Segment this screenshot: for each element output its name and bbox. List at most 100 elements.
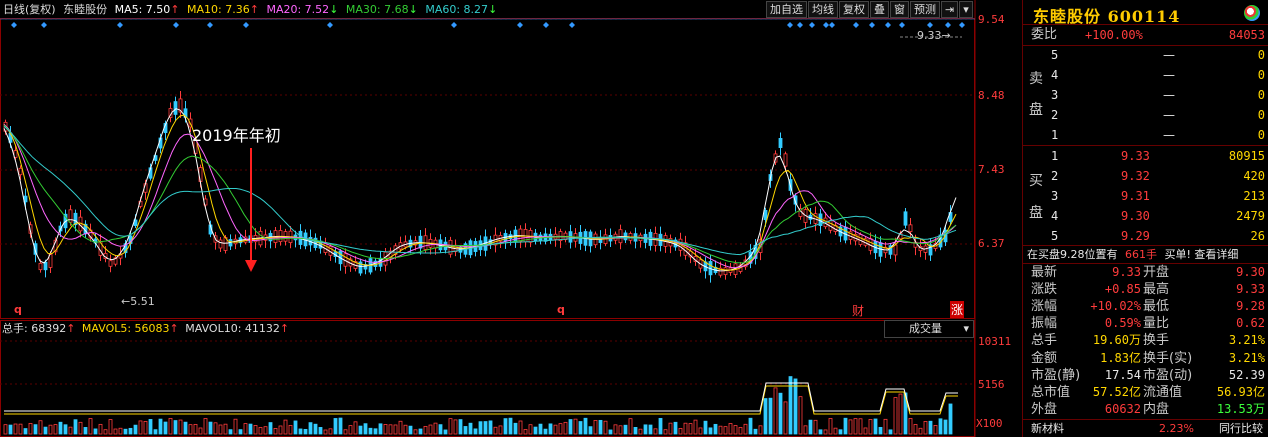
price-label-2: 8.48 <box>978 89 1005 102</box>
volume-bar <box>383 424 388 435</box>
sell-level-row[interactable]: 5 — 0 <box>1023 46 1268 64</box>
event-marker-q[interactable]: q <box>557 303 565 316</box>
indicator-select[interactable]: 成交量 ▾ <box>884 320 974 338</box>
event-diamond-icon <box>945 22 951 28</box>
forecast-button[interactable]: 预测 <box>910 1 940 18</box>
volume-axis-top: 10311 <box>978 335 1012 348</box>
volume-bar <box>868 419 873 435</box>
period-label[interactable]: 日线(复权) <box>3 3 56 16</box>
volume-bar <box>353 421 358 435</box>
volume-bar <box>123 428 128 435</box>
event-diamond-icon <box>543 22 549 28</box>
volume-bar <box>728 423 733 435</box>
volume-bar <box>723 426 728 435</box>
buy-level-row[interactable]: 2 9.32 420 <box>1023 167 1268 185</box>
peer-compare-link[interactable]: 同行比较 <box>1219 420 1263 437</box>
event-diamond-icon <box>569 22 575 28</box>
volume-bar <box>618 425 623 435</box>
candle-body <box>903 211 908 226</box>
volume-bar <box>53 424 58 435</box>
volume-bar <box>688 423 693 435</box>
add-favorite-button[interactable]: 加自选 <box>766 1 807 18</box>
big-order-notice[interactable]: 在买盘9.28位置有 661手 买单! 查看详细 <box>1023 246 1268 263</box>
buy-level-row[interactable]: 4 9.30 2479 <box>1023 207 1268 225</box>
event-diamond-icon <box>207 22 213 28</box>
menu-dropdown-icon[interactable]: ▾ <box>959 1 973 18</box>
volume-bar <box>223 423 228 435</box>
volume-bar <box>338 417 343 435</box>
event-marker-q[interactable]: q <box>14 303 22 316</box>
volume-bar <box>588 426 593 435</box>
volume-pane-frame <box>0 320 975 437</box>
volume-bar <box>413 429 418 435</box>
volume-bar <box>718 425 723 435</box>
last-price-tag: 9.33→ <box>917 29 951 42</box>
volume-bar <box>28 422 33 435</box>
volume-bar <box>73 419 78 435</box>
volume-bar <box>763 398 768 435</box>
volume-bar <box>33 424 38 435</box>
volume-bar <box>603 420 608 435</box>
event-diamond-icon <box>517 22 523 28</box>
volume-bar <box>908 418 913 435</box>
volume-bar <box>38 420 43 435</box>
volume-bar <box>663 429 668 435</box>
volume-bar <box>333 418 338 435</box>
ma-lines-button[interactable]: 均线 <box>808 1 838 18</box>
sell-level-row[interactable]: 1 — 0 <box>1023 126 1268 144</box>
volume-bar <box>498 425 503 435</box>
volume-bar <box>838 429 843 435</box>
restore-right-button[interactable]: 复权 <box>839 1 869 18</box>
volume-bar <box>473 428 478 435</box>
chevron-down-icon: ▾ <box>963 322 969 335</box>
volume-bar <box>678 427 683 435</box>
event-diamond-icon <box>899 22 905 28</box>
annotation-arrow-head <box>245 260 257 272</box>
sector-label[interactable]: 新材料 <box>1031 420 1064 437</box>
volume-bar <box>68 426 73 435</box>
buy-level-row[interactable]: 5 9.29 26 <box>1023 227 1268 245</box>
overlay-button[interactable]: 叠 <box>870 1 889 18</box>
volume-axis-unit: X100 <box>976 417 1003 430</box>
buy-level-row[interactable]: 1 9.33 80915 <box>1023 147 1268 165</box>
kline-chart-area[interactable]: 日线(复权) 东睦股份 MA5: 7.50↑ MA10: 7.36↑ MA20:… <box>0 0 1022 437</box>
app-logo-icon[interactable] <box>1244 5 1260 21</box>
kline-chart[interactable] <box>0 0 1022 437</box>
export-icon[interactable]: ⇥ <box>941 1 959 18</box>
sell-level-row[interactable]: 2 — 0 <box>1023 106 1268 124</box>
total-volume: 总手: 68392↑ <box>2 322 76 335</box>
volume-bar <box>623 424 628 435</box>
event-marker-limit-up[interactable]: 涨 <box>950 301 965 318</box>
volume-bar <box>613 424 618 435</box>
sell-level-row[interactable]: 3 — 0 <box>1023 86 1268 104</box>
volume-bar <box>93 428 98 435</box>
volume-bar <box>348 425 353 435</box>
price-label-top: 9.54 <box>978 13 1005 26</box>
event-diamond-icon <box>869 22 875 28</box>
event-diamond-icon <box>853 22 859 28</box>
volume-bar <box>548 423 553 435</box>
window-button[interactable]: 窗 <box>890 1 909 18</box>
volume-bar <box>113 428 118 435</box>
volume-bar <box>648 424 653 435</box>
volume-bar <box>58 421 63 435</box>
quote-stat-row: 外盘 60632 内盘 13.53万 <box>1031 401 1265 417</box>
volume-bar <box>543 428 548 435</box>
event-marker-finance[interactable]: 财 <box>852 302 864 319</box>
volume-bar <box>153 429 158 435</box>
volume-bar <box>48 424 53 435</box>
volume-bar <box>168 417 173 435</box>
sell-level-row[interactable]: 4 — 0 <box>1023 66 1268 84</box>
volume-bar <box>553 424 558 435</box>
volume-bar <box>83 427 88 435</box>
volume-bar <box>63 424 68 435</box>
event-diamond-icon <box>173 22 179 28</box>
volume-bar <box>913 424 918 435</box>
volume-bar <box>853 418 858 435</box>
candle-body <box>108 260 113 267</box>
volume-bar <box>448 418 453 435</box>
buy-level-row[interactable]: 3 9.31 213 <box>1023 187 1268 205</box>
volume-bar <box>643 424 648 435</box>
volume-bar <box>318 427 323 435</box>
event-diamond-icon <box>451 22 457 28</box>
